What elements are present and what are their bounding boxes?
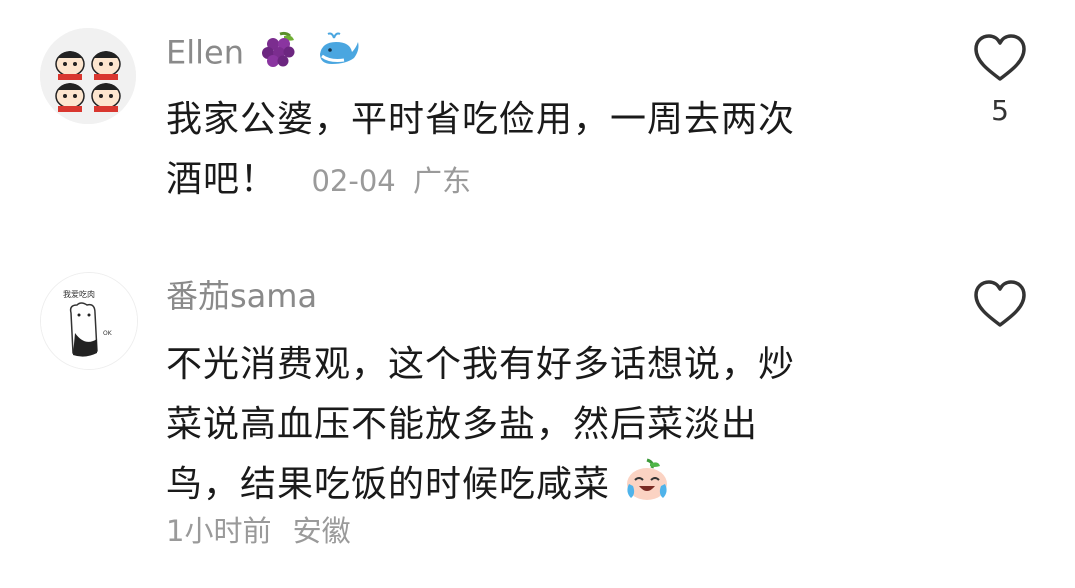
comment-meta: 02-04 广东 [311,164,471,198]
comment-text[interactable]: 我家公婆，平时省吃俭用，一周去两次 酒吧！ 02-04 广东 [166,90,795,211]
comment-text-line: 酒吧！ [166,159,278,200]
laugh-cry-emoji-icon [624,458,670,521]
comment-location: 安徽 [292,514,351,548]
username-text: 番茄sama [166,277,318,315]
bear-doodle-avatar-icon: 我爱吃肉 OK [41,273,137,369]
username[interactable]: 番茄sama [166,276,317,316]
avatar[interactable] [40,28,136,124]
comment-date: 02-04 [311,164,396,198]
comment-location: 广东 [412,164,471,198]
comment-time: 1小时前 [166,514,272,548]
svg-text:我爱吃肉: 我爱吃肉 [63,289,95,299]
like-button[interactable] [970,278,1030,340]
username-text: Ellen [166,33,244,72]
comment-text-line-with-meta: 酒吧！ 02-04 广东 [166,150,795,211]
comment-item: 我爱吃肉 OK 番茄sama 不光消费观，这个我有好多话想说，炒 菜说高血压不能… [0,250,1075,588]
cartoon-avatar-icon [40,28,136,124]
grapes-icon [260,30,300,79]
comment-text[interactable]: 不光消费观，这个我有好多话想说，炒 菜说高血压不能放多盐，然后菜淡出 鸟，结果吃… [166,335,795,521]
comment-text-line: 鸟，结果吃饭的时候吃咸菜 [166,464,611,505]
heart-icon [974,280,1026,327]
whale-icon [316,30,360,79]
username[interactable]: Ellen [166,30,360,79]
comment-meta: 1小时前 安徽 [166,508,351,550]
comment-item: Ellen 我家公婆，平时省吃俭用，一周去两次 酒吧！ 02-04 广东 5 [0,0,1075,250]
like-button[interactable]: 5 [970,32,1030,127]
comment-text-line: 我家公婆，平时省吃俭用，一周去两次 [166,99,796,140]
svg-text:OK: OK [103,330,113,337]
avatar[interactable]: 我爱吃肉 OK [40,272,138,370]
heart-icon [974,34,1026,81]
like-count: 5 [991,94,1009,127]
comment-text-line: 不光消费观，这个我有好多话想说，炒 [166,344,796,385]
comment-text-line: 菜说高血压不能放多盐，然后菜淡出 [166,404,759,445]
